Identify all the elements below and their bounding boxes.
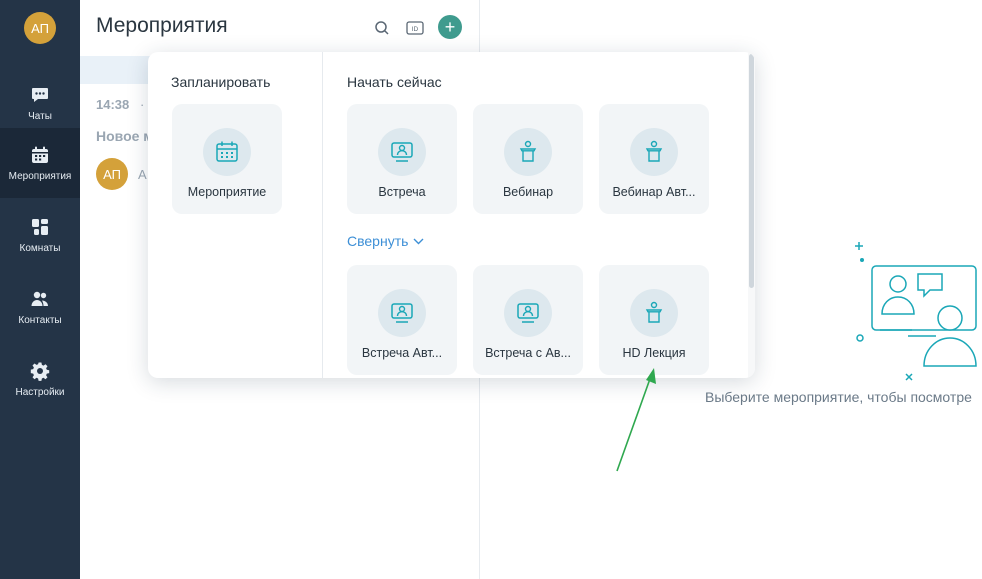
card-label: Вебинар Авт... xyxy=(612,185,696,199)
nav-label-chats: Чаты xyxy=(28,110,52,122)
participant-name: А xyxy=(138,167,147,182)
card-label: Встреча Авт... xyxy=(361,346,443,360)
card-meeting[interactable]: Встреча xyxy=(347,104,457,214)
collapse-link[interactable]: Свернуть xyxy=(347,233,424,249)
podium-icon xyxy=(645,140,663,162)
video-meeting-illustration xyxy=(855,242,977,381)
chevron-up-icon xyxy=(413,238,424,244)
card-icon-circle xyxy=(203,128,251,176)
calendar-icon xyxy=(216,141,238,162)
card-webinar[interactable]: Вебинар xyxy=(473,104,583,214)
scheduled-section-title: Запланировать xyxy=(171,74,271,90)
start-now-section-title: Начать сейчас xyxy=(347,74,442,90)
page-title: Мероприятия xyxy=(96,14,228,37)
card-icon-circle xyxy=(504,289,552,337)
card-label: Встреча xyxy=(378,185,426,199)
nav-label-settings: Настройки xyxy=(15,386,65,398)
nav-rail: АП Чаты Мероприятия Комнаты Контакты Нас… xyxy=(0,0,80,579)
popup-scrollbar-thumb[interactable] xyxy=(749,54,754,288)
participant-avatar: АП xyxy=(96,158,128,190)
nav-label-rooms: Комнаты xyxy=(19,242,61,254)
rooms-icon xyxy=(32,218,48,235)
event-time: 14:38 xyxy=(96,97,130,112)
gear-icon xyxy=(30,362,50,381)
nav-item-rooms[interactable]: Комнаты xyxy=(0,200,80,270)
card-hd-lecture[interactable]: HD Лекция xyxy=(599,265,709,375)
user-avatar[interactable]: АП xyxy=(24,12,56,44)
chat-icon xyxy=(32,87,48,102)
card-meeting-auto[interactable]: Встреча Авт... xyxy=(347,265,457,375)
calendar-icon xyxy=(32,146,48,163)
card-icon-circle xyxy=(378,289,426,337)
id-icon: ID xyxy=(406,21,424,35)
collapse-label: Свернуть xyxy=(347,233,409,249)
podium-icon xyxy=(645,301,663,323)
card-icon-circle xyxy=(630,289,678,337)
nav-label-contacts: Контакты xyxy=(18,314,62,326)
card-label: Встреча с Ав... xyxy=(485,346,571,360)
monitor-person-icon xyxy=(391,142,413,162)
event-title[interactable]: Новое м xyxy=(96,128,154,144)
popup-divider xyxy=(322,52,323,378)
card-icon-circle xyxy=(630,128,678,176)
plus-icon: + xyxy=(444,17,456,37)
add-event-button[interactable]: + xyxy=(438,15,462,39)
separator-dot: · xyxy=(140,97,145,112)
empty-state-text: Выберите мероприятие, чтобы посмотре xyxy=(705,389,972,405)
card-label: Вебинар xyxy=(502,185,554,199)
card-label: HD Лекция xyxy=(622,346,686,360)
monitor-person-icon xyxy=(391,303,413,323)
card-webinar-auto[interactable]: Вебинар Авт... xyxy=(599,104,709,214)
card-event[interactable]: Мероприятие xyxy=(172,104,282,214)
contacts-icon xyxy=(31,291,48,306)
svg-text:ID: ID xyxy=(412,26,419,33)
search-button[interactable] xyxy=(370,16,394,40)
nav-item-contacts[interactable]: Контакты xyxy=(0,272,80,342)
nav-item-events[interactable]: Мероприятия xyxy=(0,128,80,198)
join-by-id-button[interactable]: ID xyxy=(403,16,427,40)
nav-label-events: Мероприятия xyxy=(8,170,72,182)
create-event-popup: Запланировать Мероприятие Начать сейчас … xyxy=(148,52,755,378)
nav-item-settings[interactable]: Настройки xyxy=(0,344,80,414)
card-icon-circle xyxy=(378,128,426,176)
podium-icon xyxy=(519,140,537,162)
card-label: Мероприятие xyxy=(187,185,267,199)
search-icon xyxy=(375,21,389,35)
card-meeting-with-auto[interactable]: Встреча с Ав... xyxy=(473,265,583,375)
monitor-person-icon xyxy=(517,303,539,323)
card-icon-circle xyxy=(504,128,552,176)
